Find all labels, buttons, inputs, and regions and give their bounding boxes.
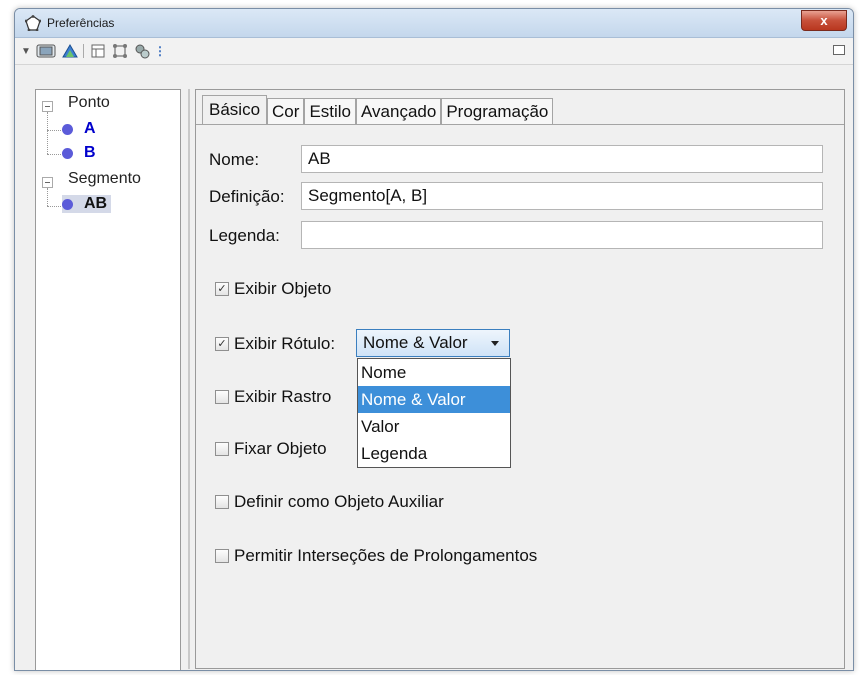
collapse-icon[interactable] bbox=[42, 177, 53, 188]
advanced-settings-icon[interactable] bbox=[133, 42, 151, 60]
tree-group-ponto[interactable]: Ponto bbox=[68, 94, 110, 112]
point-icon bbox=[62, 147, 73, 159]
graphics-view-icon[interactable] bbox=[35, 42, 57, 60]
panel-splitter[interactable] bbox=[188, 89, 190, 669]
caption-label: Legenda: bbox=[209, 226, 280, 245]
toolbar-separator bbox=[83, 44, 84, 58]
tab-basico[interactable]: Básico bbox=[202, 95, 268, 124]
properties-panel: Básico Cor Estilo Avançado Programação N… bbox=[195, 89, 845, 669]
toolbar-dropdown-icon[interactable]: ▼ bbox=[21, 42, 31, 60]
tab-avancado[interactable]: Avançado bbox=[356, 98, 442, 124]
tab-programacao[interactable]: Programação bbox=[441, 98, 554, 124]
window-title: Preferências bbox=[47, 16, 115, 30]
fix-object-checkbox[interactable]: Fixar Objeto bbox=[215, 439, 327, 459]
label-mode-select[interactable]: Nome & Valor bbox=[356, 329, 510, 357]
toolbar: ▼ ⋮ bbox=[15, 38, 853, 65]
title-bar[interactable]: Preferências x bbox=[15, 9, 853, 38]
algebra-view-icon[interactable] bbox=[61, 42, 79, 60]
checkbox-unchecked-icon bbox=[215, 442, 229, 456]
preferences-window: Preferências x ▼ ⋮ Ponto A B Segmento AB… bbox=[14, 8, 854, 671]
defaults-icon[interactable] bbox=[111, 42, 129, 60]
tree-item-ab[interactable]: AB bbox=[62, 195, 112, 213]
checkbox-checked-icon: ✓ bbox=[215, 282, 229, 296]
segment-icon bbox=[62, 198, 73, 210]
checkbox-unchecked-icon bbox=[215, 390, 229, 404]
close-icon: x bbox=[820, 13, 828, 28]
show-object-checkbox[interactable]: ✓ Exibir Objeto bbox=[215, 279, 331, 299]
polygon-icon bbox=[25, 15, 41, 31]
name-label: Nome: bbox=[209, 150, 260, 169]
checkbox-unchecked-icon bbox=[215, 495, 229, 509]
show-trace-checkbox[interactable]: Exibir Rastro bbox=[215, 387, 331, 407]
basic-tab-content: Nome: AB Definição: Segmento[A, B] Legen… bbox=[196, 124, 844, 668]
close-button[interactable]: x bbox=[801, 10, 847, 31]
show-label-checkbox[interactable]: ✓ Exibir Rótulo: bbox=[215, 334, 335, 354]
extension-intersections-checkbox[interactable]: Permitir Interseções de Prolongamentos bbox=[215, 546, 537, 566]
option-valor[interactable]: Valor bbox=[358, 413, 510, 440]
tab-cor[interactable]: Cor bbox=[267, 98, 305, 124]
definition-label: Definição: bbox=[209, 187, 285, 206]
checkbox-unchecked-icon bbox=[215, 549, 229, 563]
tab-estilo[interactable]: Estilo bbox=[304, 98, 357, 124]
layout-icon[interactable] bbox=[89, 42, 107, 60]
option-nome[interactable]: Nome bbox=[358, 359, 510, 386]
restore-icon[interactable] bbox=[833, 45, 845, 55]
tab-bar: Básico Cor Estilo Avançado Programação bbox=[202, 95, 554, 124]
point-icon bbox=[62, 123, 73, 135]
chevron-down-icon bbox=[491, 341, 499, 346]
label-mode-dropdown: Nome Nome & Valor Valor Legenda bbox=[357, 358, 511, 468]
auxiliary-object-checkbox[interactable]: Definir como Objeto Auxiliar bbox=[215, 492, 444, 512]
collapse-icon[interactable] bbox=[42, 101, 53, 112]
name-field[interactable]: AB bbox=[301, 145, 823, 173]
object-tree-panel: Ponto A B Segmento AB bbox=[35, 89, 181, 670]
checkbox-checked-icon: ✓ bbox=[215, 337, 229, 351]
option-nome-valor[interactable]: Nome & Valor bbox=[358, 386, 510, 413]
definition-field[interactable]: Segmento[A, B] bbox=[301, 182, 823, 210]
tree-item-b[interactable]: B bbox=[62, 144, 96, 162]
tree-group-segmento[interactable]: Segmento bbox=[68, 170, 141, 188]
more-options-icon[interactable]: ⋮ bbox=[154, 42, 166, 60]
tree-item-a[interactable]: A bbox=[62, 120, 96, 138]
option-legenda[interactable]: Legenda bbox=[358, 440, 510, 467]
caption-field[interactable] bbox=[301, 221, 823, 249]
